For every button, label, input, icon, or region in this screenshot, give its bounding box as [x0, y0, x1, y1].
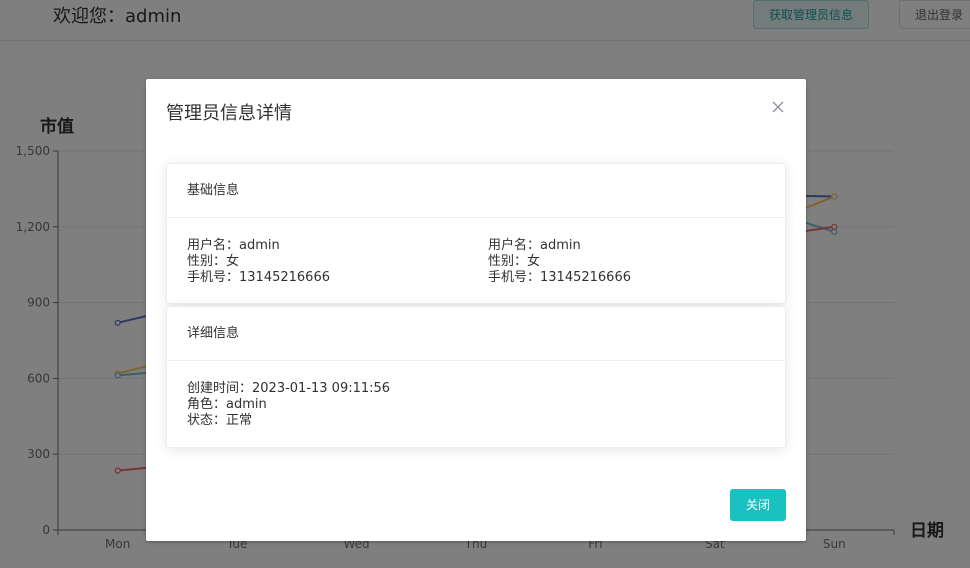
status-text: 状态：正常	[187, 413, 253, 428]
detail-info-body: 创建时间：2023-01-13 09:11:56 角色：admin 状态：正常	[167, 361, 785, 428]
dialog-title: 管理员信息详情	[166, 103, 292, 124]
detail-info-card: 详细信息 创建时间：2023-01-13 09:11:56 角色：admin 状…	[166, 306, 786, 448]
basic-info-right-column: 用户名：admin 性别：女 手机号：13145216666	[488, 238, 631, 286]
detail-info-header: 详细信息	[167, 307, 785, 361]
basic-info-card: 基础信息 用户名：admin 性别：女 手机号：13145216666 用户名：…	[166, 163, 786, 304]
phone-text: 手机号：13145216666	[187, 270, 330, 285]
admin-info-dialog: 管理员信息详情 基础信息 用户名：admin 性别：女 手机号：13145216…	[146, 79, 806, 541]
basic-info-left-column: 用户名：admin 性别：女 手机号：13145216666	[187, 238, 330, 286]
detail-info-column: 创建时间：2023-01-13 09:11:56 角色：admin 状态：正常	[187, 381, 390, 429]
created-time-text: 创建时间：2023-01-13 09:11:56	[187, 381, 391, 396]
close-icon[interactable]	[770, 99, 786, 115]
basic-info-body: 用户名：admin 性别：女 手机号：13145216666 用户名：admin…	[167, 218, 785, 285]
gender-text: 性别：女	[488, 254, 541, 269]
username-text: 用户名：admin	[488, 238, 581, 253]
basic-info-header: 基础信息	[167, 164, 785, 218]
role-text: 角色：admin	[187, 397, 267, 412]
username-text: 用户名：admin	[187, 238, 280, 253]
phone-text: 手机号：13145216666	[488, 270, 631, 285]
close-button[interactable]: 关闭	[730, 489, 786, 521]
gender-text: 性别：女	[187, 254, 240, 269]
